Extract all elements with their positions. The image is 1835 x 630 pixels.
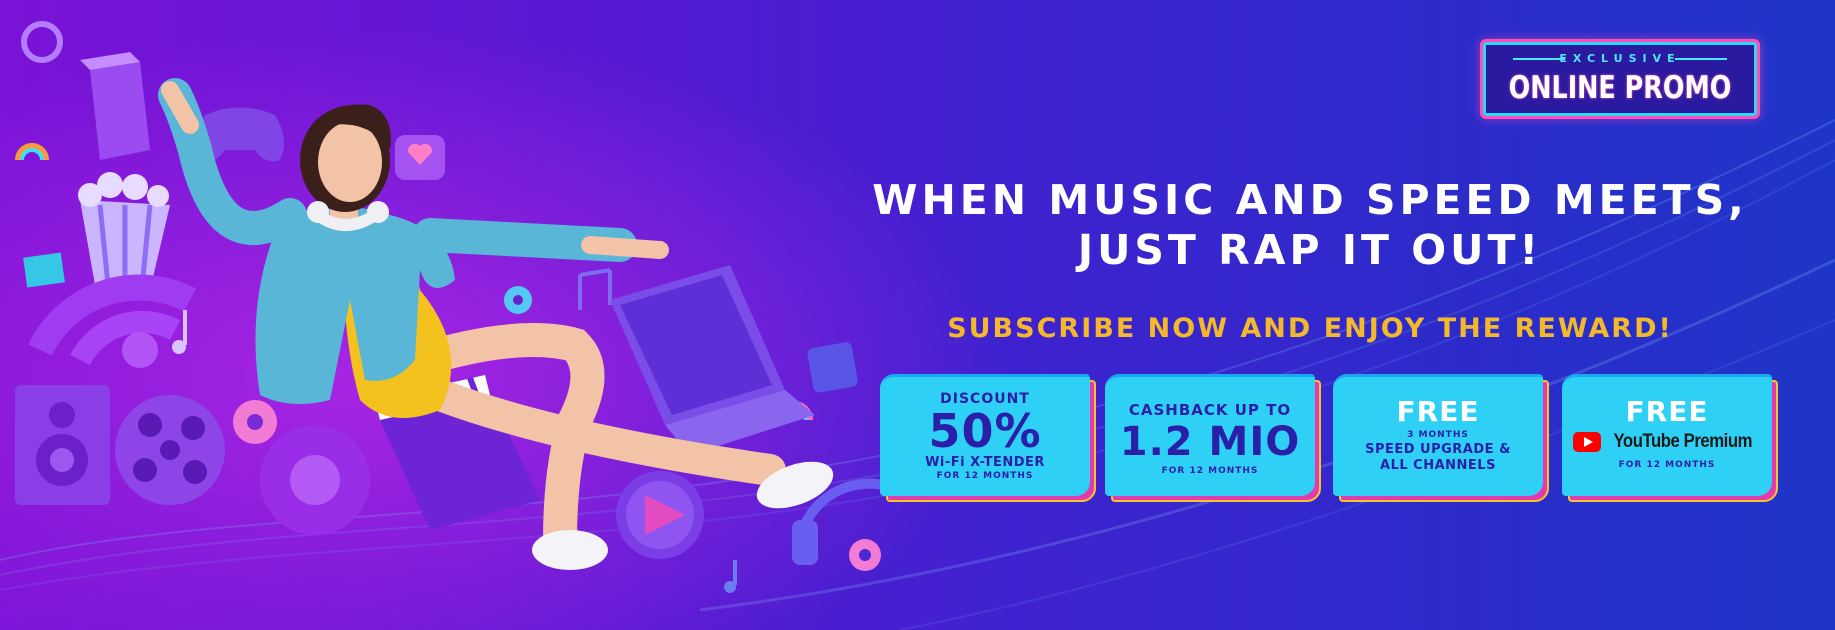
film-reel-icon: [115, 395, 225, 505]
offer-duration: 3 MONTHS: [1407, 430, 1469, 440]
card-face: FREE 3 MONTHS SPEED UPGRADE & ALL CHANNE…: [1333, 374, 1543, 496]
online-promo-badge: EXCLUSIVE ONLINE PROMO: [1480, 39, 1760, 119]
offer-card-discount[interactable]: DISCOUNT 50% Wi-Fi X-TENDER FOR 12 MONTH…: [880, 374, 1096, 502]
wifi-icon: [28, 274, 196, 368]
heart-bubble-icon: [395, 135, 445, 180]
headline-line-1: WHEN MUSIC AND SPEED MEETS,: [872, 176, 1748, 224]
offer-product: Wi-Fi X-TENDER: [925, 455, 1045, 470]
music-note-icon: [21, 21, 63, 63]
play-button-icon: [616, 471, 704, 559]
offer-value: 1.2 MIO: [1119, 419, 1301, 465]
youtube-premium-logo: YouTube Premium: [1562, 431, 1772, 453]
headline-line-2: JUST RAP IT OUT!: [1077, 226, 1543, 274]
offer-free-label: FREE: [1396, 395, 1480, 428]
cube-icon: [80, 52, 150, 160]
hero-illustration: [15, 21, 900, 593]
youtube-play-icon: [1572, 432, 1601, 452]
speaker-icon: [15, 385, 110, 505]
offer-free-label: FREE: [1625, 395, 1709, 428]
card-face: CASHBACK UP TO 1.2 MIO FOR 12 MONTHS: [1105, 374, 1315, 496]
offer-card-speed-upgrade[interactable]: FREE 3 MONTHS SPEED UPGRADE & ALL CHANNE…: [1333, 374, 1549, 502]
offer-top-label: CASHBACK UP TO: [1128, 401, 1292, 419]
youtube-premium-text: YouTube Premium: [1613, 431, 1752, 452]
card-face: FREE YouTube Premium FOR 12 MONTHS: [1562, 374, 1772, 496]
popcorn-icon: [78, 172, 170, 290]
offer-duration: FOR 12 MONTHS: [1161, 466, 1259, 476]
promo-banner[interactable]: EXCLUSIVE ONLINE PROMO WHEN MUSIC AND SP…: [0, 0, 1835, 630]
offer-value: 50%: [928, 404, 1042, 458]
subheadline: SUBSCRIBE NOW AND ENJOY THE REWARD!: [947, 313, 1673, 344]
laptop-icon: [610, 265, 815, 455]
offer-product-line-1: SPEED UPGRADE &: [1365, 442, 1511, 457]
badge-main-text: ONLINE PROMO: [1508, 70, 1732, 106]
offer-duration: FOR 12 MONTHS: [1618, 460, 1716, 470]
offer-card-youtube-premium[interactable]: FREE YouTube Premium FOR 12 MONTHS: [1562, 374, 1778, 502]
offer-card-cashback[interactable]: CASHBACK UP TO 1.2 MIO FOR 12 MONTHS: [1105, 374, 1321, 502]
badge-top-text: EXCLUSIVE: [1559, 52, 1681, 65]
headline: WHEN MUSIC AND SPEED MEETS, JUST RAP IT …: [860, 175, 1760, 275]
offer-product-line-2: ALL CHANNELS: [1380, 458, 1496, 473]
card-face: DISCOUNT 50% Wi-Fi X-TENDER FOR 12 MONTH…: [880, 374, 1090, 496]
offer-duration: FOR 12 MONTHS: [936, 471, 1034, 481]
